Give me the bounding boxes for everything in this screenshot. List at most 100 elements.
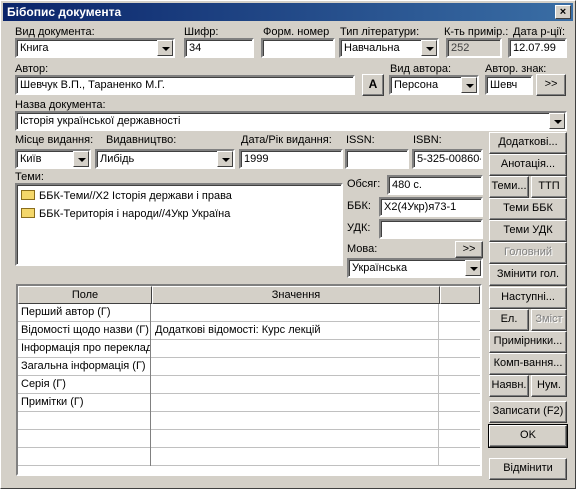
table-row[interactable]: Примітки (Г) <box>18 394 480 412</box>
window-title: Бібопис документа <box>7 5 122 19</box>
topics-list[interactable]: ББК-Теми//Х2 Історія держави і права ББК… <box>15 183 343 266</box>
issn-input[interactable] <box>345 149 409 169</box>
topic-item[interactable]: ББК-Теми//Х2 Історія держави і права <box>21 188 232 204</box>
grid-cell-extra <box>440 376 480 394</box>
date-label: Дата р-ції: <box>513 26 566 38</box>
grid-cell-value[interactable]: Додаткові відомості: Курс лекцій <box>152 322 439 340</box>
udk-topics-button[interactable]: Теми УДК <box>489 220 567 242</box>
table-row[interactable] <box>18 430 480 448</box>
author-input[interactable]: Шевчук В.П., Тараненко М.Г. <box>15 75 355 95</box>
doc-name-select[interactable]: Історія української державності <box>15 111 567 131</box>
grid-cell-value[interactable] <box>152 304 439 322</box>
grid-cell-value[interactable] <box>152 340 439 358</box>
next-button[interactable]: Наступні... <box>489 287 567 309</box>
fields-grid[interactable]: Поле Значення Перший автор (Г) Відомості… <box>16 284 482 476</box>
main-button[interactable]: Головний <box>489 242 567 264</box>
table-row[interactable]: Серія (Г) <box>18 376 480 394</box>
doc-type-select[interactable]: Книга <box>15 38 175 58</box>
copies-count-field: 252 <box>446 38 502 58</box>
additional-button[interactable]: Додаткові... <box>489 132 567 154</box>
grid-cell-value[interactable] <box>152 358 439 376</box>
ok-button[interactable]: OK <box>488 424 568 448</box>
place-label: Місце видання: <box>15 134 94 146</box>
grid-cell-extra <box>440 358 480 376</box>
change-main-button[interactable]: Змінити гол. <box>489 264 567 286</box>
table-row[interactable]: Інформація про переклад <box>18 340 480 358</box>
publisher-dropdown-icon[interactable] <box>217 151 233 167</box>
language-more-button[interactable]: >> <box>455 241 483 258</box>
table-row[interactable] <box>18 412 480 430</box>
volume-input[interactable]: 480 с. <box>387 175 483 195</box>
cipher-input[interactable]: 34 <box>184 38 254 58</box>
isbn-label: ISBN: <box>413 134 442 146</box>
author-sign-more-button[interactable]: >> <box>536 74 566 96</box>
year-label: Дата/Рік видання: <box>241 134 332 146</box>
grid-cell-field: Загальна інформація (Г) <box>18 358 151 376</box>
folder-icon <box>21 190 35 201</box>
topics-button[interactable]: Теми... <box>489 176 529 198</box>
topic-item-label: ББК-Територія і народи//4Укр Україна <box>39 208 231 220</box>
annotation-button[interactable]: Анотація... <box>489 154 567 176</box>
author-type-select[interactable]: Персона <box>389 75 479 95</box>
copies-button[interactable]: Примірники... <box>489 331 567 353</box>
table-row[interactable]: Загальна інформація (Г) <box>18 358 480 376</box>
bbk-topics-button[interactable]: Теми ББК <box>489 198 567 220</box>
place-value: Київ <box>20 153 42 165</box>
lit-type-value: Навчальна <box>344 42 400 54</box>
grid-cell-extra <box>440 340 480 358</box>
grid-cell-value[interactable] <box>152 412 439 430</box>
title-bar: Бібопис документа × <box>3 3 573 21</box>
available-button[interactable]: Наявн. <box>489 375 529 397</box>
grid-cell-field: Перший автор (Г) <box>18 304 151 322</box>
grid-cell-value[interactable] <box>152 376 439 394</box>
language-select[interactable]: Українська <box>347 258 483 278</box>
topic-item[interactable]: ББК-Територія і народи//4Укр Україна <box>21 206 230 222</box>
author-type-label: Вид автора: <box>390 63 451 75</box>
grid-cell-value[interactable] <box>152 394 439 412</box>
grid-header-extra[interactable] <box>440 286 480 304</box>
publisher-value: Либідь <box>100 153 135 165</box>
table-row[interactable]: Відомості щодо назви (Г) Додаткові відом… <box>18 322 480 340</box>
num-button[interactable]: Нум. <box>531 375 567 397</box>
place-select[interactable]: Київ <box>15 149 91 169</box>
cancel-button[interactable]: Відмінити <box>489 458 567 480</box>
form-number-input[interactable] <box>261 38 335 58</box>
udk-label: УДК: <box>347 222 371 234</box>
grid-header-field[interactable]: Поле <box>18 286 152 304</box>
grid-header-value[interactable]: Значення <box>152 286 440 304</box>
table-row[interactable]: Перший автор (Г) <box>18 304 480 322</box>
grid-cell-extra <box>440 430 480 448</box>
el-button[interactable]: Ел. <box>489 309 529 331</box>
grid-cell-field <box>18 448 151 466</box>
close-button[interactable]: × <box>555 5 571 19</box>
doc-name-dropdown-icon[interactable] <box>549 113 565 129</box>
grid-cell-value[interactable] <box>152 448 439 466</box>
author-type-dropdown-icon[interactable] <box>461 77 477 93</box>
date-input[interactable]: 12.07.99 <box>508 38 567 58</box>
ttp-button[interactable]: ТТП <box>531 176 567 198</box>
language-dropdown-icon[interactable] <box>465 260 481 276</box>
grid-cell-field: Інформація про переклад <box>18 340 151 358</box>
place-dropdown-icon[interactable] <box>73 151 89 167</box>
save-button[interactable]: Записати (F2) <box>489 401 567 423</box>
lit-type-dropdown-icon[interactable] <box>421 40 437 56</box>
publisher-select[interactable]: Либідь <box>95 149 235 169</box>
bbk-input[interactable]: Х2(4Укр)я73-1 <box>379 197 483 217</box>
author-sign-input[interactable]: Шевч <box>485 75 533 95</box>
lit-type-select[interactable]: Навчальна <box>339 38 439 58</box>
publisher-label: Видавництво: <box>106 134 177 146</box>
komp-button[interactable]: Комп-вання... <box>489 353 567 375</box>
lit-type-label: Тип літератури: <box>340 26 420 38</box>
volume-label: Обсяг: <box>347 178 381 190</box>
udk-input[interactable] <box>379 219 483 239</box>
doc-type-dropdown-icon[interactable] <box>157 40 173 56</box>
table-row[interactable] <box>18 448 480 466</box>
cipher-label: Шифр: <box>184 26 219 38</box>
folder-icon <box>21 208 35 219</box>
grid-cell-value[interactable] <box>152 430 439 448</box>
year-input[interactable]: 1999 <box>239 149 343 169</box>
contents-button[interactable]: Зміст <box>531 309 567 331</box>
bbk-label: ББК: <box>347 200 371 212</box>
a-button[interactable]: A <box>362 74 384 96</box>
isbn-input[interactable]: 5-325-00860- <box>412 149 483 169</box>
